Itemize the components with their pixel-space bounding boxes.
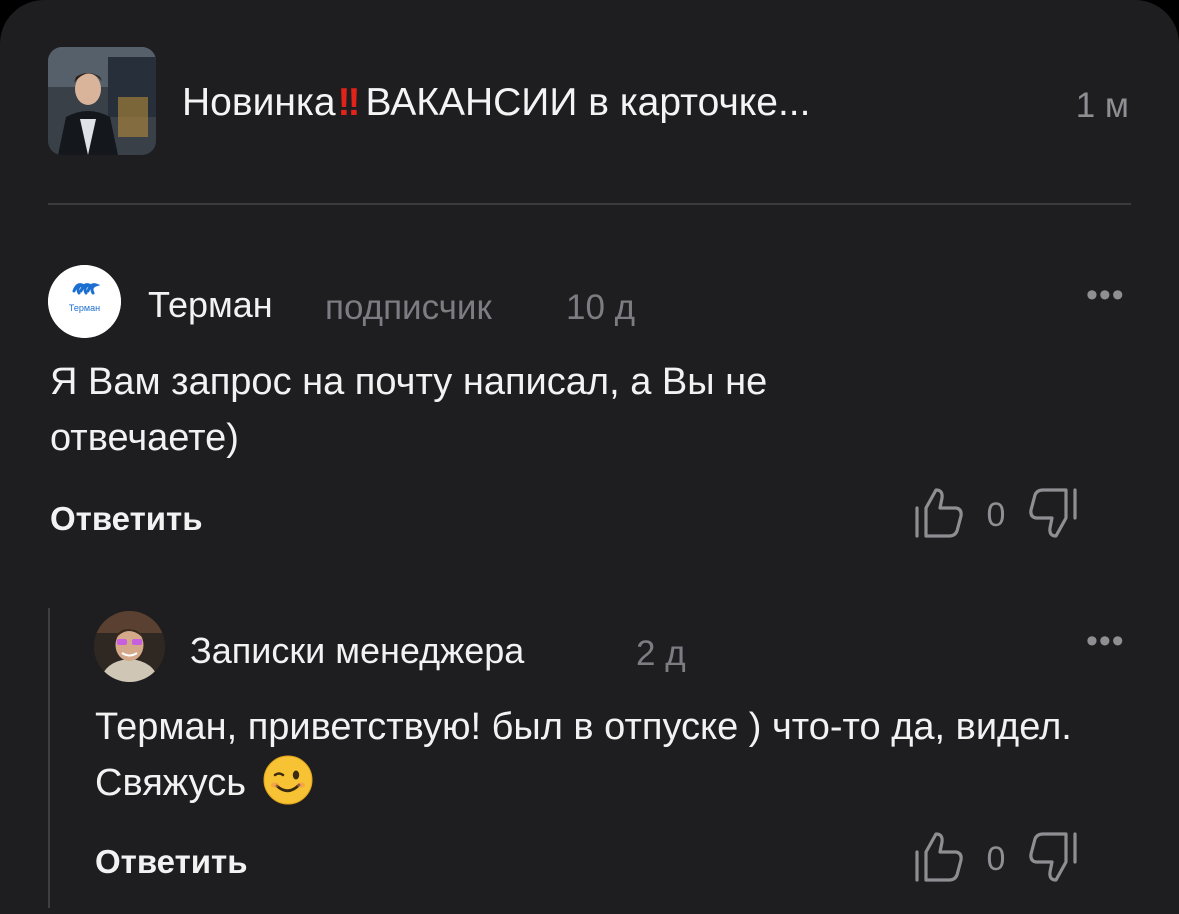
comment-author[interactable]: Терман [148, 284, 273, 326]
post-title-start: Новинка [182, 81, 336, 124]
avatar-logo-text: Терман [69, 303, 100, 313]
like-count: 0 [986, 840, 1006, 878]
post-title[interactable]: Новинка!! ВАКАНСИИ в карточке... [182, 80, 810, 126]
comment-age: 2 д [636, 634, 686, 673]
avatar[interactable] [94, 611, 165, 682]
winking-face-icon [263, 755, 313, 805]
thumbs-up-icon[interactable] [912, 486, 966, 545]
more-dots-icon[interactable]: ••• [1086, 624, 1125, 658]
thumbs-down-icon[interactable] [1026, 830, 1080, 889]
reply-button[interactable]: Ответить [95, 843, 248, 881]
thumbs-down-icon[interactable] [1026, 486, 1080, 545]
header-divider [48, 203, 1131, 205]
comments-sheet: Новинка!! ВАКАНСИИ в карточке... 1 м Терм… [0, 0, 1179, 914]
thread-line [48, 608, 50, 908]
comment-age: 10 д [566, 288, 636, 327]
comment-rating: 0 [912, 830, 1080, 889]
more-dots-icon[interactable]: ••• [1086, 278, 1125, 312]
post-age: 1 м [1075, 86, 1129, 125]
like-count: 0 [986, 496, 1006, 534]
post-thumbnail[interactable] [48, 47, 156, 155]
comment-text-body: Терман, приветствую! был в отпуске ) что… [95, 706, 1072, 804]
double-exclamation-icon: !! [337, 81, 361, 124]
comment-text: Я Вам запрос на почту написал, а Вы не о… [50, 361, 768, 459]
reply-button[interactable]: Ответить [50, 500, 203, 538]
comment-text: Терман, приветствую! был в отпуске ) что… [95, 699, 1095, 811]
thumbs-up-icon[interactable] [912, 830, 966, 889]
post-title-end: ВАКАНСИИ в карточке... [365, 81, 811, 124]
comment-author[interactable]: Записки менеджера [190, 630, 524, 672]
author-role: подписчик [325, 288, 492, 327]
comment-rating: 0 [912, 486, 1080, 545]
avatar[interactable]: Терман [48, 265, 121, 338]
